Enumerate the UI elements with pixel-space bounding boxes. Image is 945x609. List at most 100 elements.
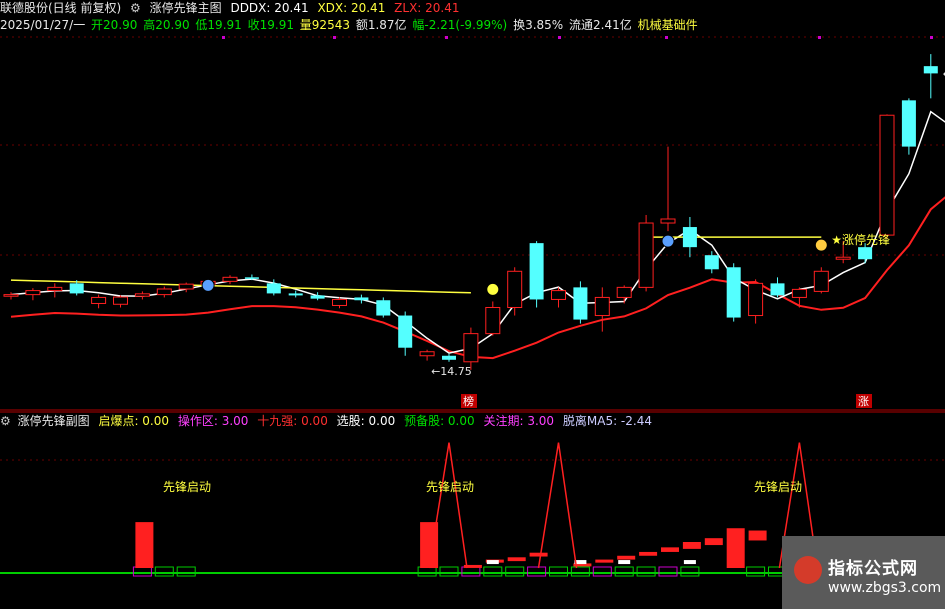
sub-strip-cell (132, 566, 152, 577)
candle-body (529, 243, 544, 300)
candle-body (901, 100, 916, 147)
sub-bar-mark (618, 560, 631, 565)
sub-bar (595, 559, 614, 563)
sub-bar (639, 551, 658, 556)
sub-strip-cell (176, 566, 196, 577)
candle-body (332, 298, 347, 306)
candle-body (704, 255, 719, 270)
candle-body (879, 114, 895, 236)
top-dot-4 (665, 36, 668, 39)
candle-body (91, 296, 107, 304)
candle-body (485, 306, 501, 335)
face-icon-1 (486, 282, 500, 296)
candle-body (398, 315, 413, 348)
sub-bar (704, 538, 723, 546)
candle-body (923, 66, 938, 74)
sub-strip-cell (658, 566, 678, 577)
candle-body (69, 283, 84, 294)
candle-body (594, 296, 610, 317)
candle-body (266, 283, 281, 294)
candle-body (507, 270, 523, 308)
sub-label: 先锋启动 (754, 480, 802, 494)
candle-body (310, 295, 325, 299)
sub-strip-cell (570, 566, 590, 577)
sub-label: 先锋启动 (426, 480, 474, 494)
low-price-label: ←14.75 (431, 365, 472, 378)
candle-body (463, 333, 479, 363)
sub-bar (748, 530, 767, 541)
face-icon-0 (201, 278, 215, 292)
sub-bar (661, 547, 679, 552)
candle-body (3, 294, 19, 297)
ma-red-line (10, 196, 945, 360)
sub-peak-line (537, 442, 578, 569)
candle-body (835, 256, 851, 260)
signal-label: ★涨停先锋 (831, 232, 890, 247)
candle-body (419, 351, 435, 357)
candle-body (354, 297, 369, 301)
candle-body (442, 355, 456, 360)
watermark-title: 指标公式网 (828, 559, 918, 579)
mark-badge-2-text: 涨 (858, 395, 869, 408)
candle-body (770, 283, 785, 296)
sub-strip-cell (614, 566, 634, 577)
candle-body (288, 293, 303, 296)
candle-body (47, 286, 63, 292)
sub-bar-mark (683, 560, 696, 565)
sub-bar (135, 522, 154, 568)
top-dot-6 (930, 36, 933, 39)
candle-body (25, 290, 41, 296)
candle-body (813, 270, 829, 292)
top-dot-2 (445, 36, 448, 39)
top-dot-0 (222, 36, 225, 39)
top-dot-3 (558, 36, 561, 39)
candle-body (791, 288, 807, 298)
sub-strip-cell (483, 566, 503, 577)
candle-body (682, 227, 697, 248)
sub-strip-cell (680, 566, 700, 577)
watermark: 指标公式网 www.zbgs3.com (782, 536, 945, 609)
sub-bar (682, 542, 701, 549)
face-icon-3 (814, 238, 828, 252)
chart-canvas: ←14.75←22.12★涨停先锋榜涨先锋启动先锋启动先锋启动 (0, 36, 945, 577)
sub-bar (529, 552, 548, 557)
candle-body (134, 293, 150, 297)
sub-bar (507, 557, 526, 562)
candle-body (660, 218, 676, 224)
candle-body (178, 283, 194, 290)
candle-body (726, 267, 741, 318)
stock-chart-window: { "header": { "name": "联德股份(日线 前复权)", "i… (0, 0, 945, 609)
sub-strip-cell (505, 566, 525, 577)
sub-strip-cell (461, 566, 481, 577)
candle-body (573, 287, 588, 320)
candle-body (113, 296, 128, 305)
candle-body (616, 286, 632, 298)
candle-body (858, 247, 873, 260)
sub-strip-cell (527, 566, 547, 577)
face-icon-2 (661, 234, 675, 248)
top-dot-5 (818, 36, 821, 39)
mark-badge-1-text: 榜 (463, 394, 474, 408)
sub-strip-cell (154, 566, 174, 577)
candle-body (244, 277, 259, 279)
sub-label: 先锋启动 (163, 480, 211, 494)
watermark-logo-icon (794, 556, 822, 584)
sub-strip-cell (636, 566, 656, 577)
sub-bar (617, 555, 636, 560)
sub-bar (726, 528, 745, 568)
sub-strip-cell (592, 566, 612, 577)
watermark-url: www.zbgs3.com (828, 580, 942, 596)
top-dot-1 (333, 36, 336, 39)
sub-bar-mark (486, 560, 499, 565)
sub-strip-cell (417, 566, 437, 577)
sub-strip-cell (549, 566, 568, 577)
candle-body (638, 222, 654, 288)
sub-strip-cell (746, 566, 766, 577)
ma-white-line (10, 110, 945, 354)
candle-body (222, 276, 238, 282)
sub-strip-cell (439, 566, 459, 577)
candle-body (156, 288, 172, 296)
candle-body (376, 300, 391, 316)
candle-body (551, 290, 566, 300)
candle-body (748, 282, 764, 317)
